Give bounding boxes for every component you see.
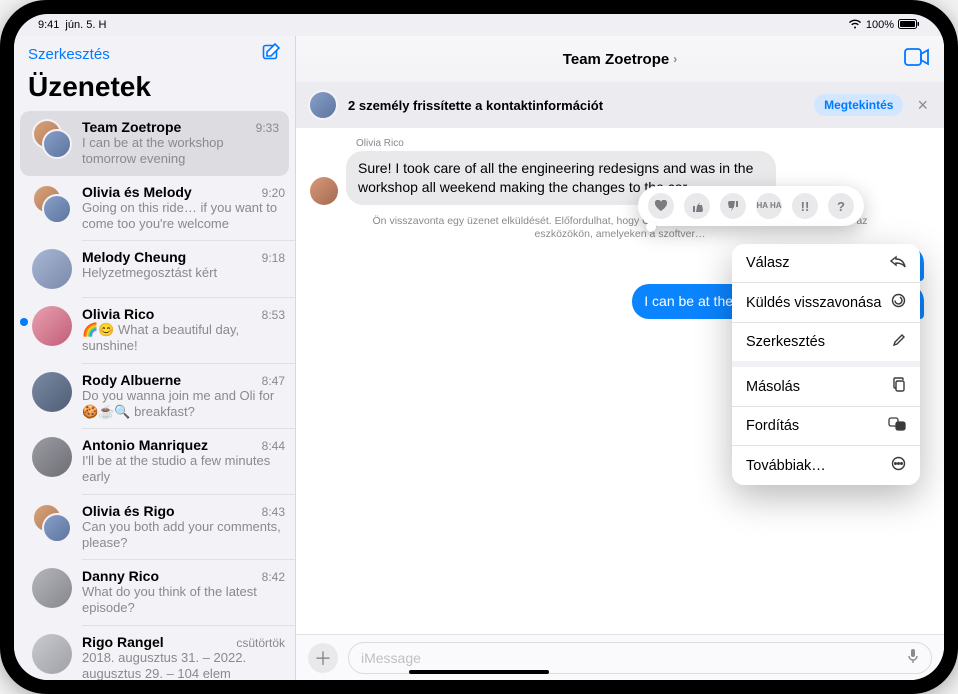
facetime-button[interactable] [904,48,930,71]
tapback-question[interactable]: ? [828,193,854,219]
conversation-header[interactable]: Team Zoetrope › [296,36,944,82]
ctx-copy[interactable]: Másolás [732,367,920,406]
avatar [310,177,338,205]
conversation-item[interactable]: Olivia és Rigo 8:43 Can you both add you… [14,495,295,560]
conversation-item[interactable]: Rody Albuerne 8:47 Do you wanna join me … [14,364,295,429]
conversation-pane: Team Zoetrope › 2 személy frissítette a … [296,36,944,680]
ctx-more[interactable]: Továbbiak… [732,446,920,485]
ctx-edit[interactable]: Szerkesztés [732,323,920,361]
status-date: jún. 5. H [65,19,106,31]
compose-bar: ＋ iMessage [296,634,944,680]
conversation-name: Olivia és Melody [82,184,192,200]
messages-area[interactable]: Olivia Rico Sure! I took care of all the… [296,128,944,634]
conversation-name: Olivia Rico [82,306,154,322]
conversation-time: 8:42 [262,570,285,584]
conversation-item[interactable]: Melody Cheung 9:18 Helyzetmegosztást kér… [14,241,295,297]
dictation-icon[interactable] [907,648,919,667]
unread-indicator [20,318,28,326]
sidebar-title: Üzenetek [14,69,295,111]
plus-button[interactable]: ＋ [308,643,338,673]
conversation-name: Danny Rico [82,568,159,584]
conversation-item[interactable]: Olivia Rico 8:53 🌈😊 What a beautiful day… [14,298,295,363]
tapback-emphasis[interactable]: !! [792,193,818,219]
message-input[interactable]: iMessage [348,642,932,674]
banner-text: 2 személy frissítette a kontaktinformáci… [348,98,804,113]
ctx-reply[interactable]: Válasz [732,244,920,282]
status-time: 9:41 [38,19,59,31]
conversation-time: 9:18 [262,251,285,265]
conversation-time: 8:44 [262,439,285,453]
undo-icon [891,293,906,312]
conversation-name: Rigo Rangel [82,634,164,650]
avatar [32,503,72,543]
conversation-preview: What do you think of the latest episode? [82,584,285,617]
conversation-preview: Going on this ride… if you want to come … [82,200,285,233]
conversation-name: Melody Cheung [82,249,186,265]
conversation-title: Team Zoetrope [563,51,669,68]
tapback-heart[interactable] [648,193,674,219]
conversation-name: Olivia és Rigo [82,503,175,519]
conversation-time: 9:33 [256,121,279,135]
avatar [32,306,72,346]
conversation-item[interactable]: Rigo Rangel csütörtök 2018. augusztus 31… [14,626,295,681]
avatar [32,184,72,224]
avatar [32,119,72,159]
banner-view-button[interactable]: Megtekintés [814,94,903,116]
tapback-haha[interactable]: HA HA [756,193,782,219]
sidebar: Szerkesztés Üzenetek Team Zoetrope 9:33 … [14,36,296,680]
conversation-preview: I can be at the workshop tomorrow evenin… [82,135,279,168]
chevron-right-icon: › [673,52,677,66]
conversation-name: Antonio Manriquez [82,437,208,453]
conversation-preview: Helyzetmegosztást kért [82,265,285,281]
ellipsis-icon [891,456,906,475]
conversation-preview: Do you wanna join me and Oli for 🍪☕🔍 bre… [82,388,285,421]
conversation-item[interactable]: Olivia és Melody 9:20 Going on this ride… [14,176,295,241]
ctx-translate[interactable]: Fordítás [732,407,920,445]
battery-icon [898,19,920,32]
message-placeholder: iMessage [361,650,421,666]
conversation-time: 8:43 [262,505,285,519]
tapback-thumbs-up[interactable] [684,193,710,219]
reply-icon [890,254,906,272]
ctx-undo-send[interactable]: Küldés visszavonása [732,283,920,322]
conversation-time: 8:53 [262,308,285,322]
conversation-preview: Can you both add your comments, please? [82,519,285,552]
conversation-preview: 2018. augusztus 31. – 2022. augusztus 29… [82,650,285,681]
conversation-item[interactable]: Team Zoetrope 9:33 I can be at the works… [20,111,289,176]
status-bar: 9:41 jún. 5. H 100% [14,14,944,36]
conversation-item[interactable]: Danny Rico 8:42 What do you think of the… [14,560,295,625]
avatar [32,634,72,674]
conversation-item[interactable]: Antonio Manriquez 8:44 I'll be at the st… [14,429,295,494]
contact-update-banner: 2 személy frissítette a kontaktinformáci… [296,82,944,128]
home-indicator[interactable] [409,670,549,674]
ipad-frame: 9:41 jún. 5. H 100% Szerkesztés Üzenetek [0,0,958,694]
conversation-list[interactable]: Team Zoetrope 9:33 I can be at the works… [14,111,295,680]
conversation-name: Rody Albuerne [82,372,181,388]
avatar [308,90,338,120]
copy-icon [892,377,906,396]
conversation-preview: 🌈😊 What a beautiful day, sunshine! [82,322,285,355]
tapback-thumbs-down[interactable] [720,193,746,219]
translate-icon [888,417,906,435]
battery-percent: 100% [866,19,894,31]
pencil-icon [892,333,906,351]
sender-label: Olivia Rico [356,138,930,149]
conversation-time: 9:20 [262,186,285,200]
tapback-bar: HA HA !! ? [638,186,864,226]
avatar [32,372,72,412]
conversation-time: csütörtök [236,636,285,650]
conversation-preview: I'll be at the studio a few minutes earl… [82,453,285,486]
compose-button[interactable] [261,42,281,67]
edit-button[interactable]: Szerkesztés [28,46,110,63]
avatar [32,568,72,608]
avatar [32,437,72,477]
context-menu: Válasz Küldés visszavonása Szerkesztés [732,244,920,485]
wifi-icon [848,19,862,32]
conversation-name: Team Zoetrope [82,119,181,135]
screen: 9:41 jún. 5. H 100% Szerkesztés Üzenetek [14,14,944,680]
conversation-time: 8:47 [262,374,285,388]
banner-close-button[interactable]: × [913,95,932,116]
avatar [32,249,72,289]
